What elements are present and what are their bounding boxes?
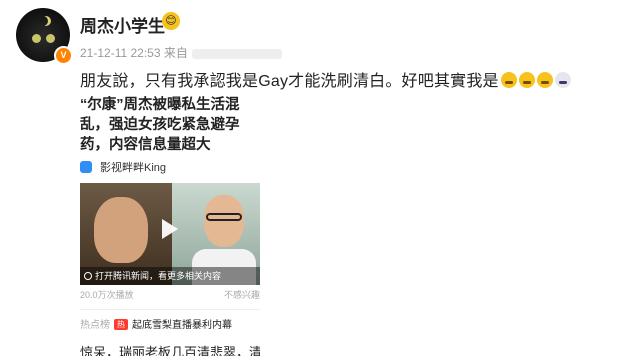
hot-list-label: 热点榜 xyxy=(80,320,110,331)
source-logo-icon xyxy=(80,161,92,173)
post-text-body: 朋友說，只有我承認我是Gay才能洗刷清白。好吧其實我是 xyxy=(80,73,499,90)
card-source-name: 影视畔畔King xyxy=(100,162,167,174)
cat-eye-left xyxy=(32,34,41,43)
crying-face-icon xyxy=(500,72,517,88)
card-source: 影视畔畔King xyxy=(80,159,260,175)
hot-list-item[interactable]: 热点榜热起底雪梨直播暴利内幕 xyxy=(80,316,260,331)
view-count: 20.0万次播放 xyxy=(80,290,134,300)
username[interactable]: 周杰小学生 xyxy=(80,12,165,37)
not-interested-link[interactable]: 不感兴趣 xyxy=(224,288,260,301)
user-badge-emoji-icon: 😊 xyxy=(162,12,180,30)
crying-face-icon xyxy=(536,72,553,88)
shared-news-card[interactable]: “尔康”周杰被曝私生活混乱，强迫女孩吃紧急避孕药，内容信息量超大 影视畔畔Kin… xyxy=(80,95,260,356)
tencent-news-icon xyxy=(84,272,92,280)
blurred-source-text xyxy=(191,48,282,59)
hot-list-text[interactable]: 起底雪梨直播暴利内幕 xyxy=(132,320,232,331)
post-text: 朋友說，只有我承認我是Gay才能洗刷清白。好吧其實我是 xyxy=(80,67,571,91)
divider xyxy=(80,309,260,310)
play-icon[interactable] xyxy=(162,219,178,239)
post-source-prefix: 来自 xyxy=(163,46,188,60)
post-timestamp: 21-12-11 22:53 xyxy=(80,46,161,60)
verified-badge-icon: V xyxy=(54,46,73,65)
thumbnail-face-right xyxy=(204,195,244,247)
more-news-text[interactable]: 惊呆，瑞丽老板几百清悲翠，清 xyxy=(80,342,260,356)
moon-icon xyxy=(38,16,48,26)
thumbnail-face-left xyxy=(94,197,148,263)
hot-badge: 热 xyxy=(114,319,128,330)
dog-face-icon xyxy=(554,72,571,88)
crying-face-icon xyxy=(518,72,535,88)
video-overlay-text: 打开腾讯新闻，看更多相关内容 xyxy=(95,271,222,281)
card-stats: 20.0万次播放 不感兴趣 xyxy=(80,288,260,301)
video-overlay-bar[interactable]: 打开腾讯新闻，看更多相关内容 xyxy=(80,267,260,285)
card-title[interactable]: “尔康”周杰被曝私生活混乱，强迫女孩吃紧急避孕药，内容信息量超大 xyxy=(80,95,260,155)
cat-eye-right xyxy=(46,34,55,43)
thumbnail-glasses xyxy=(206,213,242,221)
video-thumbnail[interactable]: 打开腾讯新闻，看更多相关内容 xyxy=(80,183,260,285)
post-meta: 21-12-11 22:53 来自 xyxy=(80,44,282,61)
